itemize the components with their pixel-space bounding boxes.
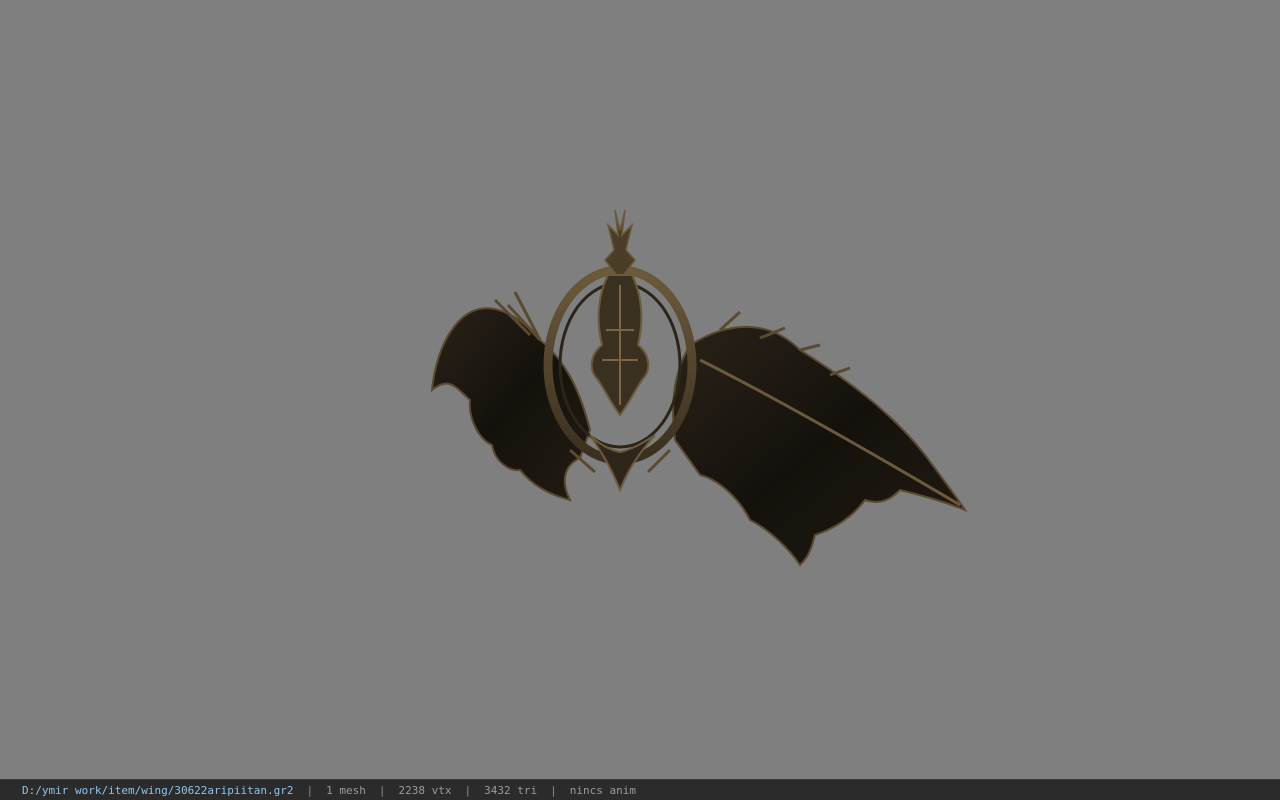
separator: | (550, 783, 557, 797)
status-bar: D:/ymir work/item/wing/30622aripiitan.gr… (0, 779, 1280, 800)
mesh-count: 1 mesh (326, 783, 366, 797)
bottom-ornament (589, 434, 656, 493)
wing-model-render (430, 209, 968, 567)
animation-status: nincs anim (569, 783, 636, 797)
right-wing (672, 325, 968, 567)
separator: | (306, 783, 314, 797)
3d-viewport[interactable] (0, 0, 1280, 779)
file-path: D:/ymir work/item/wing/30622aripiitan.gr… (22, 783, 294, 797)
vertex-count: 2238 vtx (398, 783, 452, 797)
separator: | (378, 783, 386, 797)
triangle-count: 3432 tri (484, 783, 538, 797)
separator: | (464, 783, 472, 797)
